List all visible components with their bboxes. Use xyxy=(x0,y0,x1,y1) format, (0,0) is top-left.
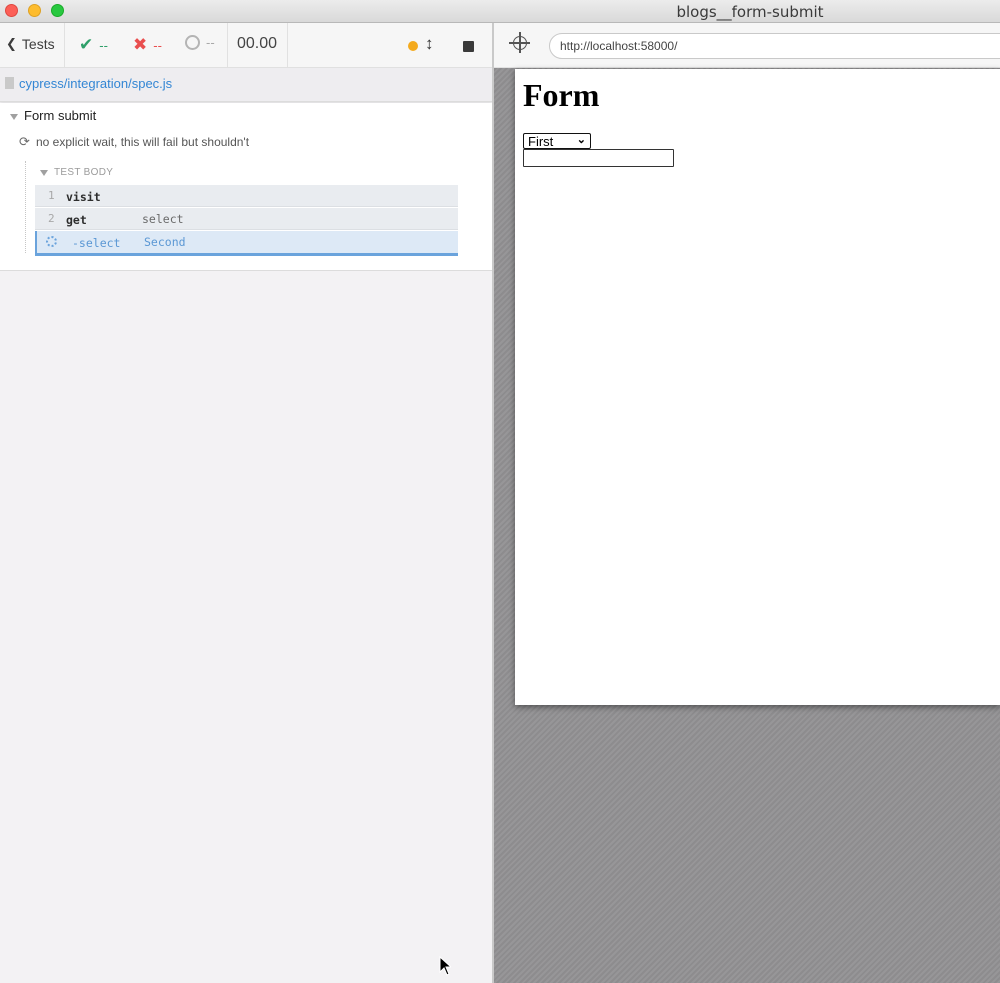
running-indicator-icon xyxy=(408,41,418,51)
header-divider xyxy=(287,23,288,68)
circle-icon xyxy=(185,35,200,50)
url-bar[interactable]: http://localhost:58000/ xyxy=(549,33,1000,59)
reporter-header: ❮ Tests ✔ -- ✖ -- -- 00.00 ↕ xyxy=(0,23,492,68)
command-message: select xyxy=(142,212,184,226)
auto-scroll-icon[interactable]: ↕ xyxy=(425,34,434,54)
passed-count: -- xyxy=(99,37,108,53)
command-name: -select xyxy=(72,236,121,250)
header-divider xyxy=(64,23,65,68)
close-window-button[interactable] xyxy=(5,4,18,17)
header-divider xyxy=(227,23,228,68)
command-name: visit xyxy=(66,190,101,204)
caret-down-icon[interactable] xyxy=(10,114,18,120)
duration: 00.00 xyxy=(237,35,278,52)
url-text: http://localhost:58000/ xyxy=(560,39,678,53)
command-number: 2 xyxy=(48,212,55,225)
reporter-panel: ❮ Tests ✔ -- ✖ -- -- 00.00 ↕ cypress/int… xyxy=(0,23,492,983)
failed-stat: ✖ -- xyxy=(133,35,162,55)
command-number: 1 xyxy=(48,189,55,202)
pending-count: -- xyxy=(206,35,215,50)
runnables-list: Form submit ⟳ no explicit wait, this wil… xyxy=(0,103,492,271)
chevron-down-icon: ⌄ xyxy=(576,134,586,146)
command-row[interactable]: 2 get select xyxy=(35,208,458,230)
page-select[interactable]: First ⌄ xyxy=(523,133,591,149)
caret-down-icon[interactable] xyxy=(40,170,48,176)
test-body-label[interactable]: TEST BODY xyxy=(54,167,113,178)
aut-iframe: Form First ⌄ xyxy=(515,69,1000,705)
failed-count: -- xyxy=(153,37,162,53)
chevron-left-icon: ❮ xyxy=(6,36,17,51)
refresh-icon: ⟳ xyxy=(19,134,30,149)
file-icon xyxy=(5,77,14,89)
passed-stat: ✔ -- xyxy=(79,35,108,55)
app-under-test-panel: http://localhost:58000/ Form First ⌄ xyxy=(494,23,1000,983)
suite-title[interactable]: Form submit xyxy=(24,108,96,123)
check-icon: ✔ xyxy=(79,35,94,54)
tests-button[interactable]: ❮ Tests xyxy=(6,36,55,52)
pending-stat: -- xyxy=(185,35,215,50)
command-row[interactable]: 1 visit xyxy=(35,185,458,207)
test-title[interactable]: no explicit wait, this will fail but sho… xyxy=(36,135,249,149)
test-body-guide xyxy=(25,161,26,253)
spec-path-link[interactable]: cypress/integration/spec.js xyxy=(19,76,172,91)
selector-playground-icon[interactable] xyxy=(509,32,530,53)
x-icon: ✖ xyxy=(133,35,148,54)
page-text-input[interactable] xyxy=(523,149,674,167)
aut-header: http://localhost:58000/ xyxy=(494,23,1000,68)
tests-button-label: Tests xyxy=(21,36,55,52)
stop-icon[interactable] xyxy=(463,41,474,52)
window-title: blogs__form-submit xyxy=(676,3,824,21)
page-heading: Form xyxy=(523,77,600,113)
command-message: Second xyxy=(144,235,186,249)
spinner-icon xyxy=(46,236,57,247)
mouse-cursor-icon xyxy=(439,956,451,976)
maximize-window-button[interactable] xyxy=(51,4,64,17)
window-titlebar: blogs__form-submit xyxy=(0,0,1000,23)
spec-bar: cypress/integration/spec.js xyxy=(0,68,492,102)
minimize-window-button[interactable] xyxy=(28,4,41,17)
select-value: First xyxy=(528,134,554,149)
command-name: get xyxy=(66,213,87,227)
command-row-active[interactable]: -select Second xyxy=(35,231,458,256)
